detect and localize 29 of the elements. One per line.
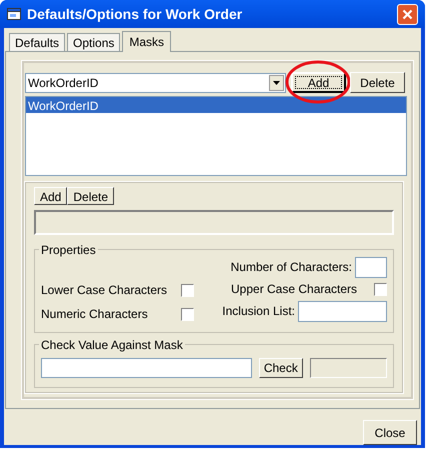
delete-mask-button[interactable]: Delete — [350, 72, 405, 93]
close-icon — [402, 8, 413, 20]
mask-dropdown[interactable]: WorkOrderID — [25, 72, 286, 92]
list-item[interactable]: WorkOrderID — [26, 97, 406, 113]
field-label: Number of Characters: — [230, 259, 352, 276]
check-value-field[interactable] — [41, 358, 252, 378]
field-label: Lower Case Characters — [41, 282, 168, 299]
window-icon — [7, 8, 21, 20]
window-title: Defaults/Options for Work Order — [27, 4, 244, 24]
tab[interactable]: Options — [67, 33, 120, 51]
check-button[interactable]: Check — [258, 358, 303, 378]
dropdown-value: WorkOrderID — [28, 74, 100, 92]
tab[interactable]: Masks — [122, 31, 172, 52]
checkbox[interactable] — [181, 284, 194, 296]
close-window-button[interactable] — [397, 4, 418, 24]
inclusion-list-field[interactable] — [298, 300, 387, 322]
dropdown-arrow-button[interactable] — [269, 74, 284, 90]
add-mask-button[interactable]: Add — [291, 72, 346, 93]
field-label: Inclusion List: — [222, 303, 295, 320]
close-button[interactable]: Close — [363, 420, 417, 445]
number-field[interactable] — [355, 256, 387, 278]
checkbox[interactable] — [374, 282, 387, 296]
field-label: Upper Case Characters — [231, 281, 358, 298]
delete-part-button[interactable]: Delete — [67, 187, 114, 205]
add-part-button[interactable]: Add — [34, 187, 68, 205]
field-label: Numeric Characters — [41, 306, 149, 323]
tab[interactable]: Defaults — [9, 33, 66, 51]
checkbox[interactable] — [181, 308, 194, 320]
caret-icon — [273, 80, 280, 84]
